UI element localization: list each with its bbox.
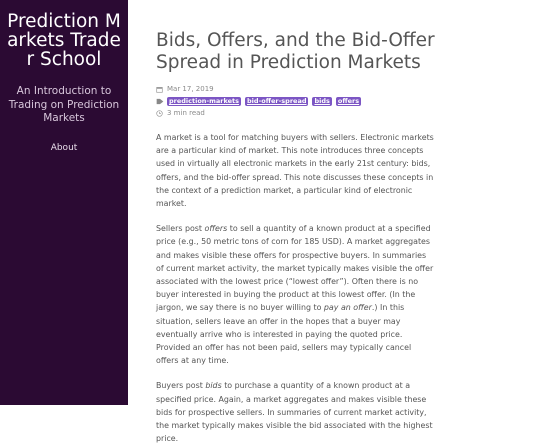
p2-text-c: .) In this situation, sellers leave an o… — [156, 303, 412, 366]
post-body: A market is a tool for matching buyers w… — [156, 131, 436, 445]
p2-emphasis-offers: offers — [204, 224, 228, 234]
site-title[interactable]: Prediction Markets Trader School — [4, 12, 124, 69]
sidebar: Prediction Markets Trader School An Intr… — [0, 0, 128, 405]
tag-prediction-markets[interactable]: prediction-markets — [167, 97, 242, 106]
post-title: Bids, Offers, and the Bid-Offer Spread i… — [156, 30, 435, 73]
calendar-icon — [156, 86, 164, 94]
read-time-row: 3 min read — [156, 108, 436, 119]
p3-text-b: to purchase a quantity of a known produc… — [156, 381, 433, 444]
clock-icon — [156, 109, 164, 118]
tag-offers[interactable]: offers — [335, 97, 362, 106]
tag-bid-offer-spread[interactable]: bid-offer-spread — [245, 97, 309, 106]
tag-icon — [156, 98, 164, 106]
post-tags-row: prediction-markets bid-offer-spread bids… — [156, 97, 436, 106]
paragraph-1: A market is a tool for matching buyers w… — [156, 133, 434, 209]
post-date-row: Mar 17, 2019 — [156, 84, 436, 95]
paragraph-2: Sellers post offers to sell a quantity o… — [156, 222, 436, 367]
post-meta: Mar 17, 2019 prediction-markets bid-offe… — [156, 84, 436, 119]
paragraph-3: Buyers post bids to purchase a quantity … — [156, 379, 436, 445]
p2-emphasis-pay-an-offer: pay an offer — [323, 303, 372, 313]
read-time: 3 min read — [167, 109, 205, 117]
main-content: Bids, Offers, and the Bid-Offer Spread i… — [156, 0, 436, 445]
p2-text-b: to sell a quantity of a known product at… — [156, 224, 434, 313]
p3-emphasis-bids: bids — [205, 381, 222, 391]
post-date: Mar 17, 2019 — [167, 85, 214, 93]
p2-text-a: Sellers post — [156, 224, 205, 234]
nav-about-link[interactable]: About — [0, 143, 128, 153]
tag-bids[interactable]: bids — [312, 97, 332, 106]
p3-text-a: Buyers post — [156, 381, 206, 391]
site-description: An Introduction to Trading on Prediction… — [8, 85, 120, 124]
